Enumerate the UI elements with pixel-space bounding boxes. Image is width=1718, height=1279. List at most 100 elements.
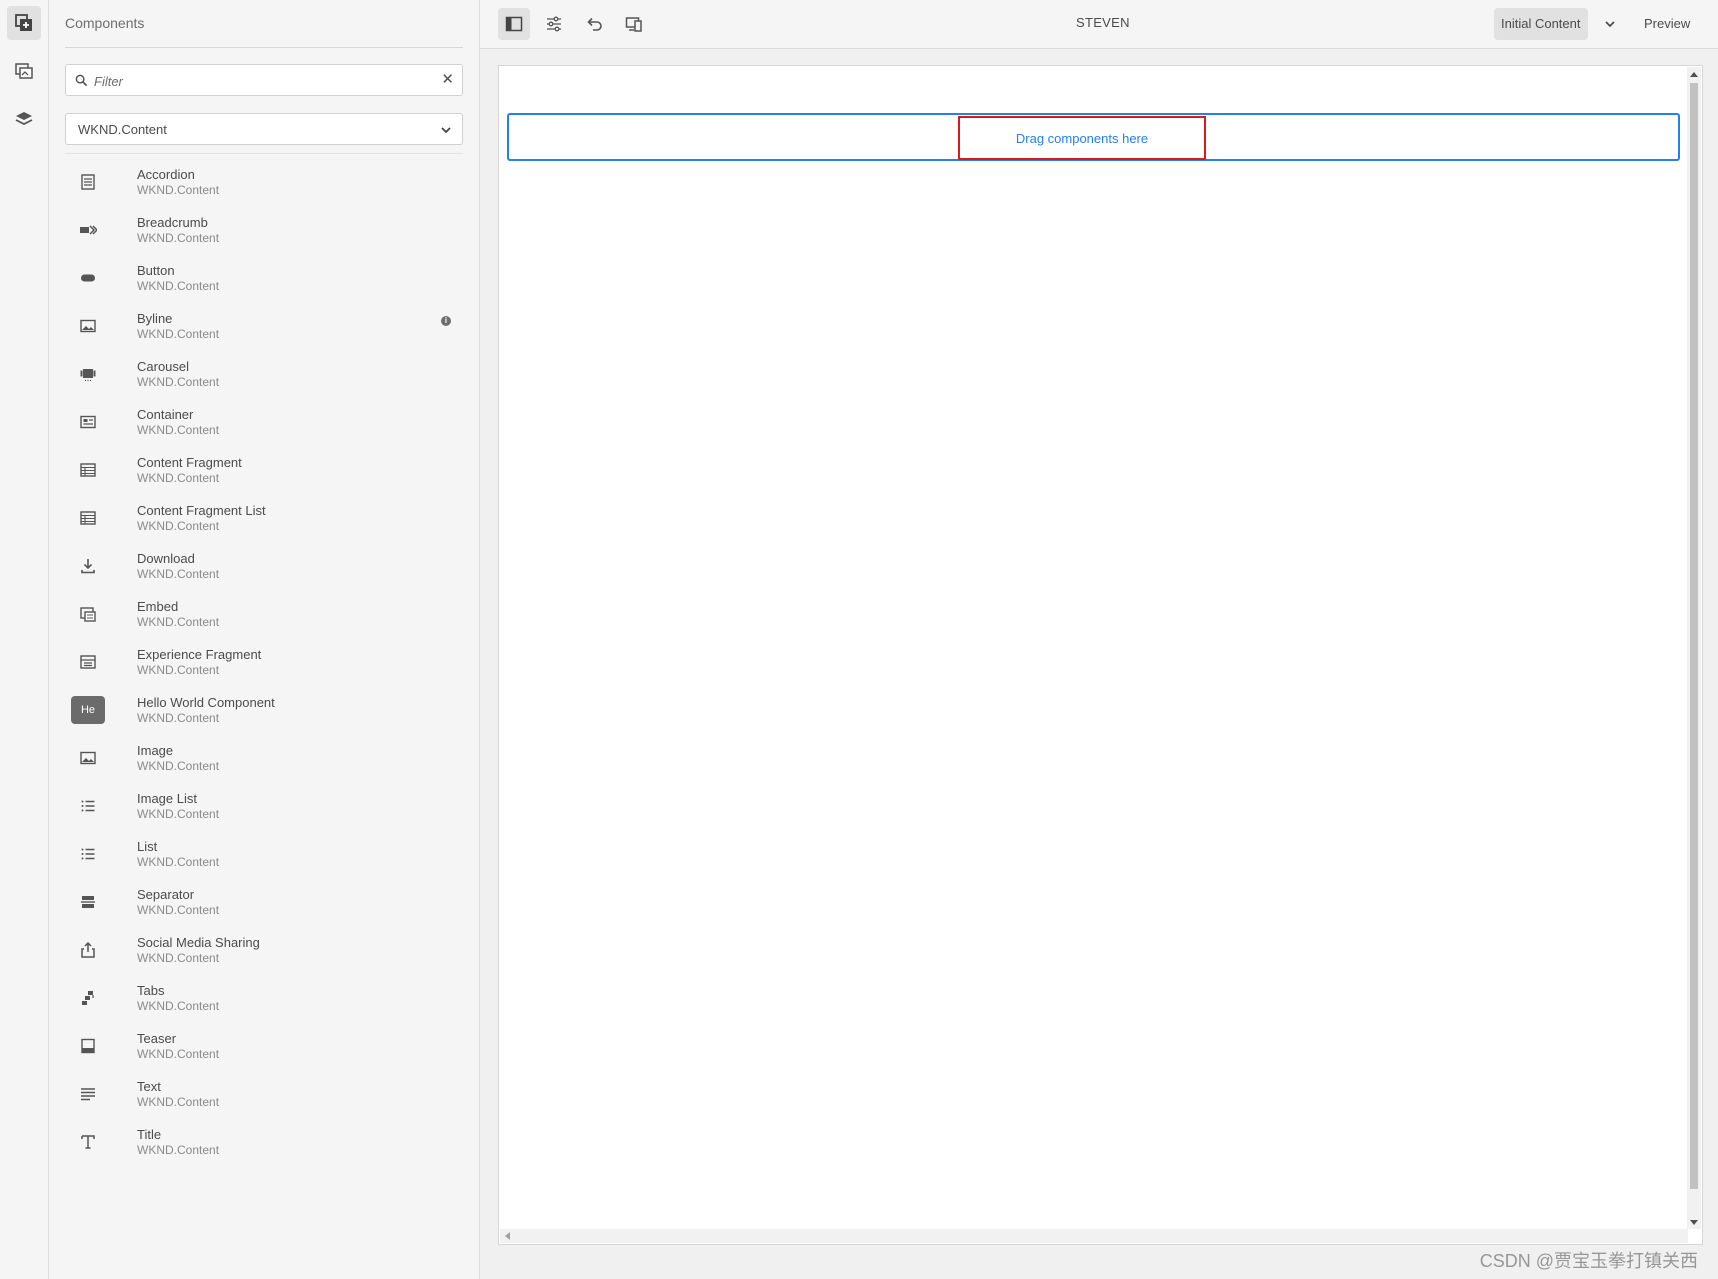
group-select[interactable]: WKND.Content [65,113,463,145]
component-item[interactable]: Title WKND.Content [65,1120,463,1168]
component-list: Accordion WKND.Content Breadcrumb WKND.Cont… [65,160,463,1168]
tabs-icon [71,985,105,1011]
component-name: Text [137,1079,161,1094]
share-icon [71,937,105,963]
component-name: Separator [137,887,195,902]
fragment-icon [71,649,105,675]
component-name: Social Media Sharing [137,935,260,950]
component-group: WKND.Content [137,1047,220,1061]
button-icon [71,265,105,291]
list-icon [71,841,105,867]
left-rail [0,0,49,1279]
title-icon [71,1129,105,1155]
chevron-down-icon [441,127,451,134]
components-panel: Components ✕ WKND.Content AccordionWKND.… [49,0,480,1279]
component-name: Carousel [137,359,190,374]
horizontal-scrollbar[interactable] [500,1229,1688,1243]
component-name: List [137,839,158,854]
filter-field[interactable]: ✕ [65,64,463,96]
component-group: WKND.Content [137,183,220,197]
scroll-up-arrow-icon[interactable] [1690,72,1698,77]
clear-icon[interactable]: ✕ [441,72,454,88]
component-group: WKND.Content [137,1095,220,1109]
vertical-scrollbar[interactable] [1687,67,1701,1229]
component-group: WKND.Content [137,615,220,629]
component-item[interactable]: Experience Fragment WKND.Content [65,640,463,688]
component-item[interactable]: Breadcrumb WKND.Content [65,208,463,256]
divider [65,47,463,48]
component-item[interactable]: Text WKND.Content [65,1072,463,1120]
info-icon[interactable]: i [441,316,451,326]
emulator-button[interactable] [618,8,650,40]
undo-icon [587,17,602,31]
table-icon [71,505,105,531]
component-name: Accordion [137,167,195,182]
component-name: Image List [137,791,197,806]
component-item[interactable]: Download WKND.Content [65,544,463,592]
component-name: Content Fragment List [137,503,266,518]
side-panel-icon [505,16,523,32]
component-item[interactable]: Content Fragment List WKND.Content [65,496,463,544]
component-group: WKND.Content [137,903,220,917]
component-group: WKND.Content [137,567,220,581]
toggle-side-panel-button[interactable] [498,8,530,40]
component-group: WKND.Content [137,279,220,293]
component-item[interactable]: Social Media Sharing WKND.Content [65,928,463,976]
component-name: Title [137,1127,162,1142]
component-item[interactable]: Carousel WKND.Content [65,352,463,400]
container-icon [71,409,105,435]
filter-input[interactable] [92,69,426,93]
component-item[interactable]: Teaser WKND.Content [65,1024,463,1072]
embed-icon [71,601,105,627]
table-icon [71,457,105,483]
components-panel-button[interactable] [7,6,41,40]
component-item[interactable]: Container WKND.Content [65,400,463,448]
editor-toolbar: STEVEN Initial Content Preview [480,0,1718,49]
component-item[interactable]: Byline WKND.Content i [65,304,463,352]
group-select-value: WKND.Content [78,122,167,137]
page-canvas: Drag components here [498,65,1703,1245]
component-item[interactable]: Content Fragment WKND.Content [65,448,463,496]
scroll-left-arrow-icon[interactable] [505,1232,510,1240]
scrollbar-thumb[interactable] [1690,83,1698,1189]
page-properties-button[interactable] [538,8,570,40]
component-item[interactable]: He Hello World Component WKND.Content [65,688,463,736]
component-name: Button [137,263,175,278]
devices-icon [625,17,642,32]
chevron-down-icon[interactable] [1604,18,1616,30]
undo-button[interactable] [578,8,610,40]
components-icon [15,14,32,31]
download-icon [71,553,105,579]
component-item[interactable]: List WKND.Content [65,832,463,880]
component-group: WKND.Content [137,231,220,245]
component-item[interactable]: Separator WKND.Content [65,880,463,928]
component-item[interactable]: Button WKND.Content [65,256,463,304]
component-item[interactable]: Tabs WKND.Content [65,976,463,1024]
component-badge: He [71,696,105,724]
component-item[interactable]: Embed WKND.Content [65,592,463,640]
component-name: Experience Fragment [137,647,262,662]
component-name: Container [137,407,194,422]
carousel-icon [71,361,105,387]
page-title: STEVEN [1076,15,1130,30]
watermark: CSDN @贾宝玉拳打镇关西 [1479,1251,1698,1271]
drop-zone[interactable]: Drag components here [507,113,1680,161]
component-name: Breadcrumb [137,215,208,230]
component-name: Content Fragment [137,455,242,470]
component-name: Tabs [137,983,165,998]
component-group: WKND.Content [137,327,220,341]
component-item[interactable]: Image List WKND.Content [65,784,463,832]
panel-title: Components [65,15,145,31]
component-item[interactable]: Accordion WKND.Content [65,160,463,208]
scroll-down-arrow-icon[interactable] [1690,1220,1698,1225]
content-tree-button[interactable] [7,102,41,136]
component-group: WKND.Content [137,759,220,773]
preview-button[interactable]: Preview [1644,16,1690,31]
component-item[interactable]: Image WKND.Content [65,736,463,784]
component-group: WKND.Content [137,1143,220,1157]
assets-panel-button[interactable] [7,54,41,88]
template-mode-button[interactable]: Initial Content [1494,8,1588,40]
component-group: WKND.Content [137,471,220,485]
sliders-icon [547,16,561,32]
component-name: Image [137,743,174,758]
